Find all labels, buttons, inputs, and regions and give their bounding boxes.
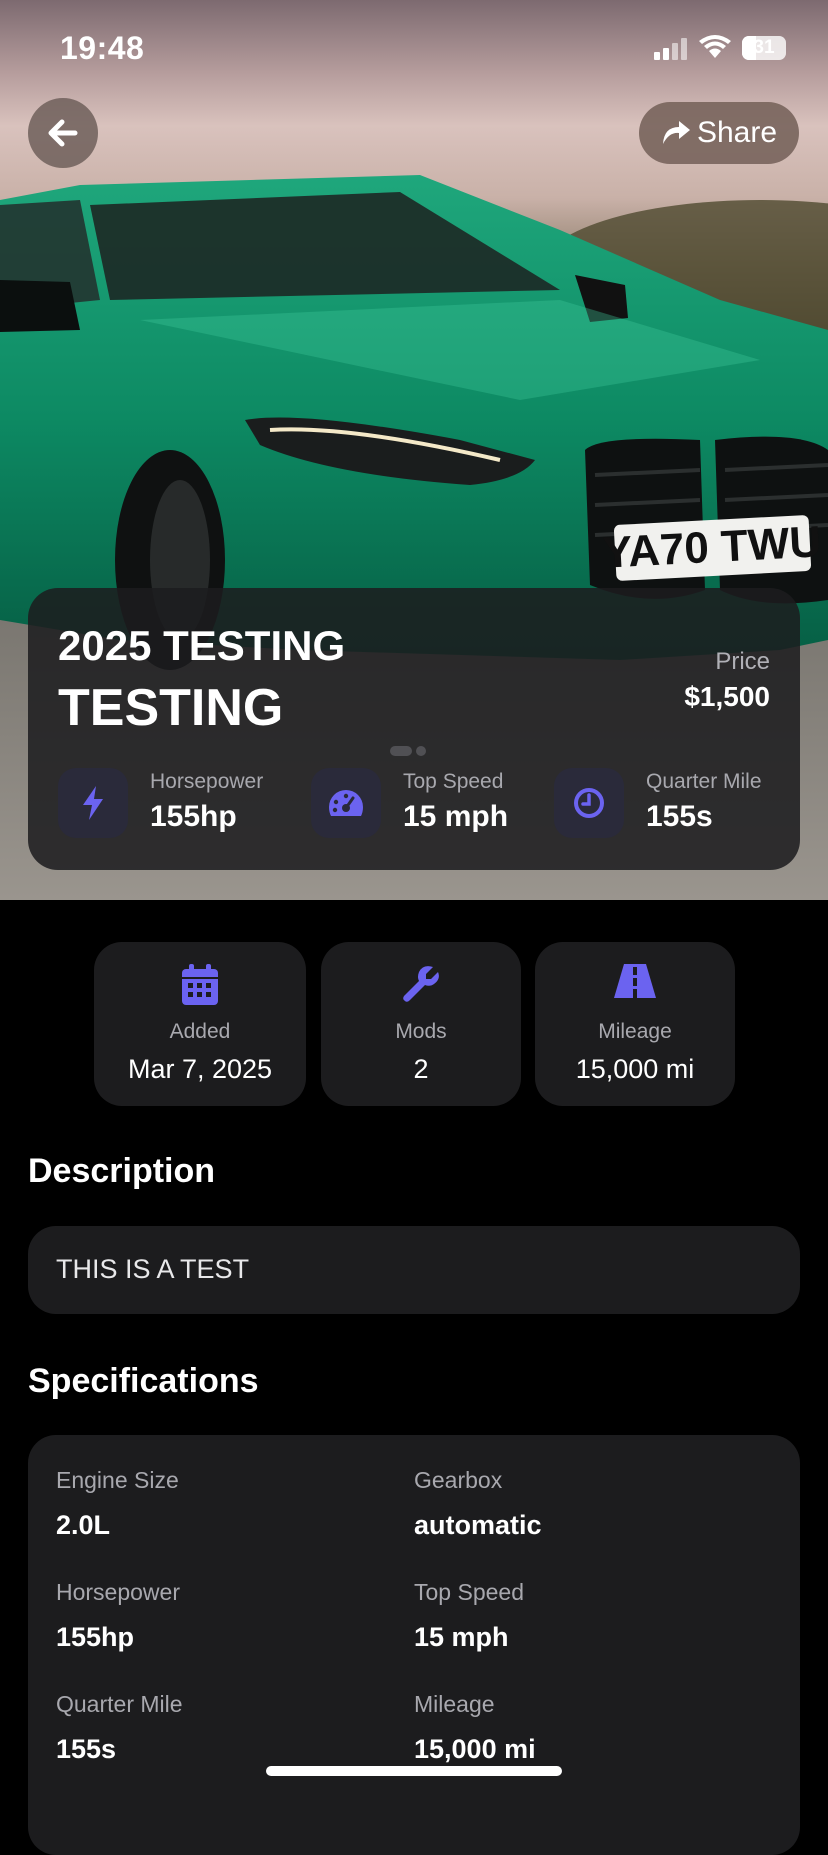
quick-stat-added: Added Mar 7, 2025 — [94, 942, 306, 1106]
lightning-icon — [58, 768, 128, 838]
stat-value: 15 mph — [403, 800, 509, 833]
description-text: THIS IS A TEST — [56, 1254, 250, 1284]
spec-top-speed: Top Speed 15 mph — [414, 1579, 524, 1653]
price-label: Price — [715, 648, 770, 675]
stat-label: Top Speed — [403, 770, 504, 793]
spec-horsepower: Horsepower 155hp — [56, 1579, 180, 1653]
spec-engine-size: Engine Size 2.0L — [56, 1467, 179, 1541]
car-photo: YA70 TWU 19:48 31 — [0, 0, 828, 900]
spec-label: Mileage — [414, 1691, 495, 1717]
specifications-card: Engine Size 2.0L Gearbox automatic Horse… — [28, 1435, 800, 1855]
clock-icon — [554, 768, 624, 838]
share-button-label: Share — [696, 116, 778, 149]
status-time: 19:48 — [60, 30, 145, 66]
cellular-signal-icon — [654, 38, 688, 60]
stat-value: 155s — [646, 800, 713, 833]
stat-label: Quarter Mile — [646, 770, 762, 793]
spec-label: Gearbox — [414, 1467, 503, 1493]
quick-stat-mods: Mods 2 — [321, 942, 521, 1106]
back-button[interactable] — [28, 98, 98, 168]
share-button[interactable]: Share — [639, 102, 799, 164]
spec-mileage: Mileage 15,000 mi — [414, 1691, 536, 1765]
car-year-title: 2025 TESTING — [58, 622, 346, 669]
spec-value: 2.0L — [56, 1510, 111, 1540]
spec-value: 155hp — [56, 1622, 135, 1652]
quick-stat-value: Mar 7, 2025 — [127, 1054, 273, 1084]
home-indicator[interactable] — [266, 1766, 562, 1776]
share-icon — [662, 121, 690, 144]
specifications-heading: Specifications — [28, 1362, 259, 1400]
car-info-card: 2025 TESTING TESTING Price $1,500 Horsep… — [28, 588, 800, 870]
status-bar: 19:48 31 — [0, 0, 828, 100]
description-card: THIS IS A TEST — [28, 1226, 800, 1314]
quick-stat-mileage: Mileage 15,000 mi — [535, 942, 735, 1106]
speedometer-icon — [311, 768, 381, 838]
quick-stat-label: Mods — [395, 1020, 447, 1043]
price-value: $1,500 — [684, 681, 770, 712]
car-model-title: TESTING — [58, 679, 284, 737]
spec-value: 15,000 mi — [414, 1734, 536, 1764]
pagination-dot[interactable] — [390, 746, 412, 756]
spec-value: 155s — [56, 1734, 117, 1764]
spec-gearbox: Gearbox automatic — [414, 1467, 542, 1541]
stat-value: 155hp — [150, 800, 237, 833]
spec-label: Quarter Mile — [56, 1691, 183, 1717]
spec-value: automatic — [414, 1510, 542, 1540]
arrow-left-icon — [48, 119, 78, 147]
quick-stat-label: Mileage — [598, 1020, 672, 1043]
road-icon — [535, 964, 735, 1006]
description-heading: Description — [28, 1152, 216, 1190]
pagination-dot[interactable] — [416, 746, 426, 756]
stat-label: Horsepower — [150, 770, 264, 793]
spec-label: Horsepower — [56, 1579, 180, 1605]
calendar-icon — [94, 964, 306, 1006]
quick-stat-value: 15,000 mi — [575, 1054, 695, 1084]
quick-stat-label: Added — [169, 1020, 231, 1043]
spec-value: 15 mph — [414, 1622, 509, 1652]
battery-cap — [742, 36, 786, 60]
spec-label: Top Speed — [414, 1579, 524, 1605]
quick-stat-value: 2 — [413, 1054, 429, 1084]
spec-quarter-mile: Quarter Mile 155s — [56, 1691, 183, 1765]
photo-pagination-dots[interactable] — [390, 746, 426, 756]
wifi-icon — [699, 35, 731, 58]
wrench-icon — [321, 964, 521, 1006]
spec-label: Engine Size — [56, 1467, 179, 1493]
